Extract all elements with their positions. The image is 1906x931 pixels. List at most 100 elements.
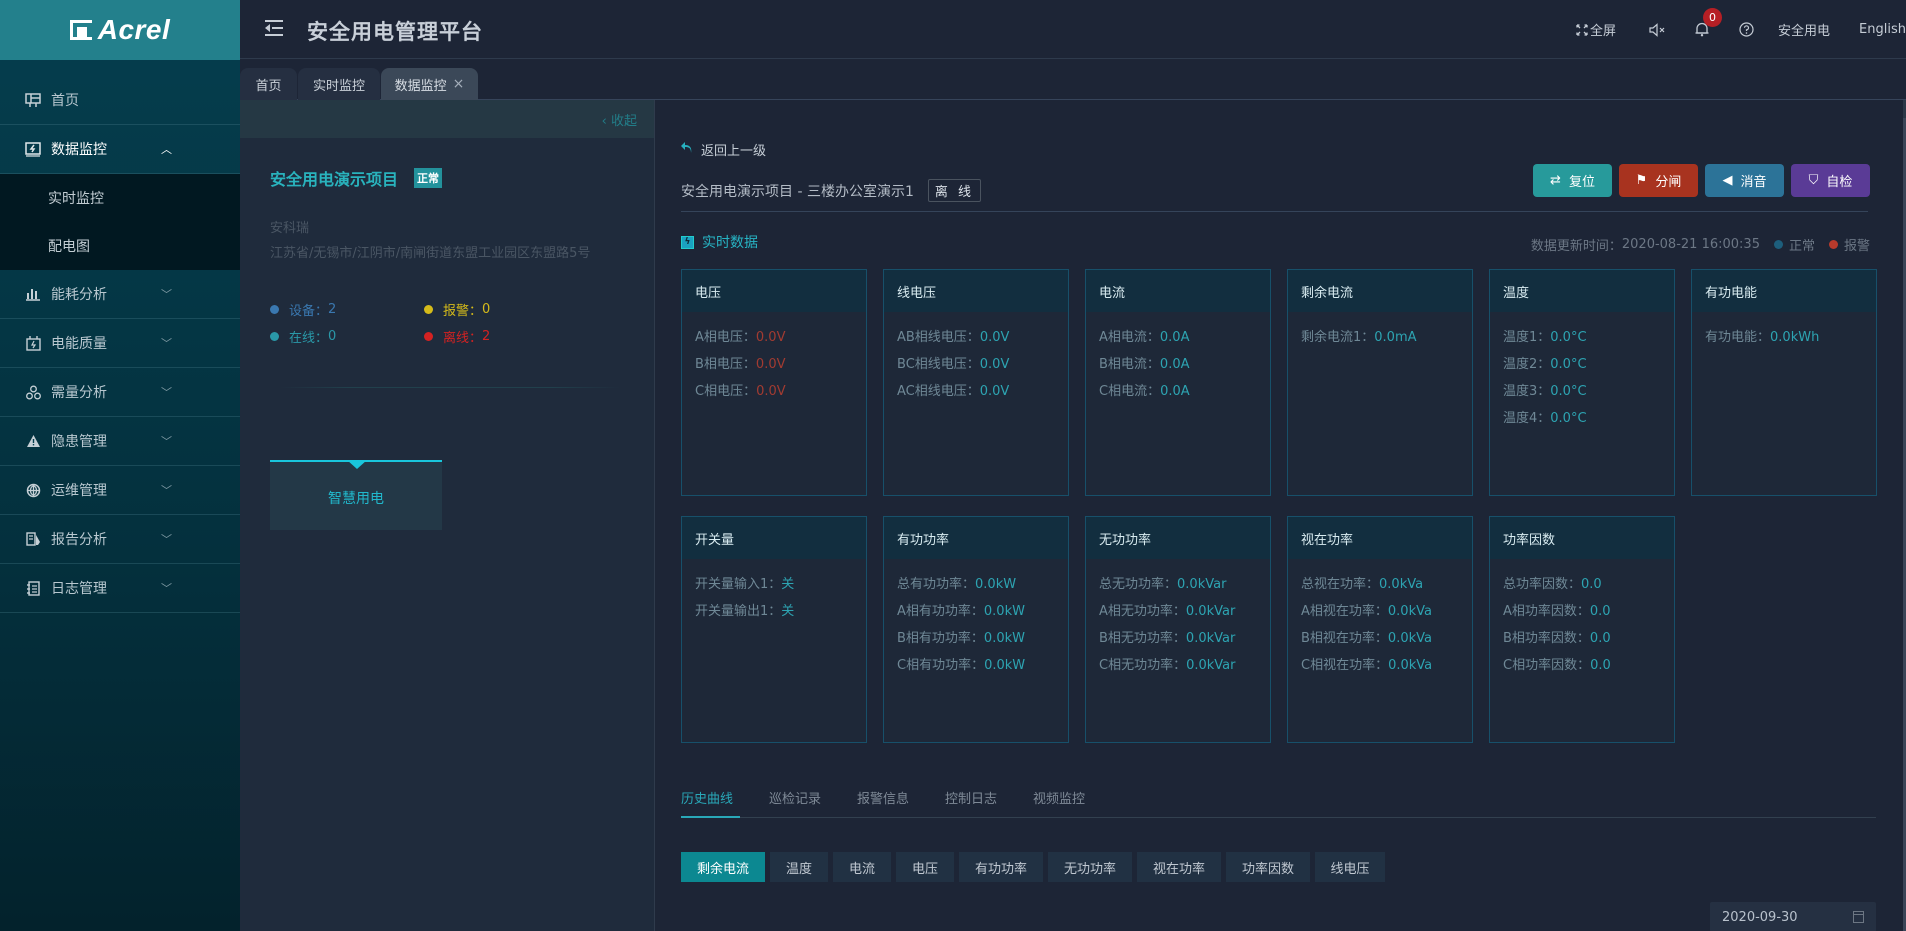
subtab-history-curve[interactable]: 历史曲线 xyxy=(681,788,733,807)
data-value: 0.0V xyxy=(756,384,786,399)
data-value: 关 xyxy=(781,604,795,619)
subtab-inspection-records[interactable]: 巡检记录 xyxy=(769,788,821,807)
data-card: 剩余电流 剩余电流1：0.0mA xyxy=(1287,269,1473,496)
chip-current[interactable]: 电流 xyxy=(833,852,891,882)
sidebar-item-data-monitoring[interactable]: 数据监控 ︿ xyxy=(0,125,240,174)
chip-temperature[interactable]: 温度 xyxy=(770,852,828,882)
back-label: 返回上一级 xyxy=(701,144,767,159)
chip-power-factor[interactable]: 功率因数 xyxy=(1226,852,1310,882)
data-value: 0.0V xyxy=(755,357,786,372)
sidebar-item-energy-analysis[interactable]: 能耗分析 ﹀ xyxy=(0,270,240,319)
data-label: A相电流： xyxy=(1099,330,1160,345)
stat-offline: 离线： 2 xyxy=(424,327,490,346)
sidebar-item-report-analysis[interactable]: 报告分析 ﹀ xyxy=(0,515,240,564)
data-card: 有功电能 有功电能：0.0kWh xyxy=(1691,269,1877,496)
sidebar-item-label: 日志管理 xyxy=(51,581,107,597)
brand-logo[interactable]: Acrel xyxy=(0,0,240,60)
chip-active-power[interactable]: 有功功率 xyxy=(959,852,1043,882)
data-label: C相电压： xyxy=(695,384,757,399)
data-value: 0.0A xyxy=(1159,330,1190,345)
subtab-video-monitoring[interactable]: 视频监控 xyxy=(1033,788,1085,807)
subtab-label: 控制日志 xyxy=(945,792,998,807)
chip-residual-current[interactable]: 剩余电流 xyxy=(681,852,765,882)
data-value: 0.0V xyxy=(979,330,1010,345)
data-label: C相无功功率： xyxy=(1099,658,1187,673)
main-content: 返回上一级 安全用电演示项目 - 三楼办公室演示1 离 线 ⇄ 复位 ⚑ 分闸 … xyxy=(655,100,1900,931)
close-tab-icon[interactable]: × xyxy=(453,76,465,92)
tab-data-monitoring[interactable]: 数据监控 × xyxy=(381,68,478,100)
tab-home[interactable]: 首页 xyxy=(240,68,297,100)
switch-off-icon: ⚑ xyxy=(1635,173,1648,188)
data-row: BC相线电压：0.0V xyxy=(897,353,1055,380)
data-label: A相电压： xyxy=(695,330,756,345)
menu-toggle-button[interactable] xyxy=(265,20,283,36)
card-title: 电压 xyxy=(682,270,866,312)
data-value: 0.0 xyxy=(1589,604,1611,619)
chip-apparent-power[interactable]: 视在功率 xyxy=(1137,852,1221,882)
stat-label: 离线： xyxy=(443,331,483,346)
sidebar-item-power-quality[interactable]: 电能质量 ﹀ xyxy=(0,319,240,368)
reset-button[interactable]: ⇄ 复位 xyxy=(1533,164,1612,197)
sound-toggle-button[interactable] xyxy=(1649,22,1667,37)
collapse-label: 收起 xyxy=(610,114,637,129)
tab-realtime-monitoring[interactable]: 实时监控 xyxy=(298,68,380,100)
data-value: 0.0kVa xyxy=(1379,577,1424,592)
card-body: 总无功功率：0.0kVar A相无功功率：0.0kVar B相无功功率：0.0kVa… xyxy=(1086,559,1270,681)
data-value: 0.0kVa xyxy=(1388,658,1433,673)
collapse-button[interactable]: ‹ 收起 xyxy=(602,110,637,129)
chip-line-voltage[interactable]: 线电压 xyxy=(1315,852,1385,882)
sidebar-subitem-realtime-monitoring[interactable]: 实时监控 xyxy=(0,174,240,222)
sidebar-item-home[interactable]: 首页 xyxy=(0,76,240,125)
back-button[interactable]: 返回上一级 xyxy=(681,140,766,159)
card-body: 总视在功率：0.0kVa A相视在功率：0.0kVa B相视在功率：0.0kVa C相… xyxy=(1288,559,1472,681)
reset-icon: ⇄ xyxy=(1550,173,1561,188)
sidebar-item-label: 数据监控 xyxy=(51,142,107,158)
notifications-button[interactable]: 0 xyxy=(1695,8,1723,37)
chevron-up-icon: ︿ xyxy=(161,143,172,156)
sidebar-item-maintenance[interactable]: 运维管理 ﹀ xyxy=(0,466,240,515)
self-test-button[interactable]: ⛉ 自检 xyxy=(1791,164,1870,197)
sidebar-item-hazard-management[interactable]: 隐患管理 ﹀ xyxy=(0,417,240,466)
language-switch[interactable]: English xyxy=(1859,22,1906,37)
data-label: B相功率因数： xyxy=(1503,631,1590,646)
subtab-alarm-info[interactable]: 报警信息 xyxy=(857,788,909,807)
data-row: B相视在功率：0.0kVa xyxy=(1301,627,1459,654)
chip-reactive-power[interactable]: 无功功率 xyxy=(1048,852,1132,882)
trip-button[interactable]: ⚑ 分闸 xyxy=(1619,164,1698,197)
data-label: 开关量输出1： xyxy=(695,604,782,619)
help-button[interactable] xyxy=(1739,22,1754,37)
category-label: 智慧用电 xyxy=(328,491,384,507)
button-label: 分闸 xyxy=(1655,175,1682,190)
data-card: 无功功率 总无功功率：0.0kVar A相无功功率：0.0kVar B相无功功率：0.… xyxy=(1085,516,1271,743)
date-picker[interactable]: 2020-09-30 xyxy=(1710,902,1876,931)
data-value: 0.0kW xyxy=(983,631,1025,646)
data-value: 0.0kVar xyxy=(1185,604,1236,619)
company-name: 安科瑞 xyxy=(270,221,310,236)
subtab-control-log[interactable]: 控制日志 xyxy=(945,788,997,807)
data-row: 温度4：0.0°C xyxy=(1503,407,1661,434)
data-label: B相电压： xyxy=(695,357,756,372)
user-menu[interactable]: 安全用电 xyxy=(1778,20,1830,39)
mute-button[interactable]: ◀ 消音 xyxy=(1705,164,1784,197)
stat-value: 2 xyxy=(328,302,337,317)
data-row: B相电流：0.0A xyxy=(1099,353,1257,380)
data-card: 温度 温度1：0.0°C 温度2：0.0°C 温度3：0.0°C 温度4：0.0°C xyxy=(1489,269,1675,496)
legend-alarm-dot xyxy=(1828,240,1838,249)
stat-alarms: 报警： 0 xyxy=(424,300,490,319)
chip-voltage[interactable]: 电压 xyxy=(896,852,954,882)
category-card-smart-power[interactable]: 智慧用电 xyxy=(270,460,442,530)
date-value: 2020-09-30 xyxy=(1722,909,1798,925)
sidebar-item-log-management[interactable]: 日志管理 ﹀ xyxy=(0,564,240,613)
sidebar-subitem-distribution-diagram[interactable]: 配电图 xyxy=(0,222,240,270)
data-row: A相有功功率：0.0kW xyxy=(897,600,1055,627)
sidebar-item-label: 隐患管理 xyxy=(51,434,107,450)
data-row: B相功率因数：0.0 xyxy=(1503,627,1661,654)
fullscreen-button[interactable]: 全屏 xyxy=(1576,20,1616,39)
active-tab-indicator xyxy=(681,816,740,818)
data-value: 0.0A xyxy=(1159,357,1190,372)
status-dot xyxy=(270,305,279,314)
legend-normal-dot xyxy=(1773,240,1783,249)
data-value: 0.0V xyxy=(979,384,1010,399)
data-row: A相视在功率：0.0kVa xyxy=(1301,600,1459,627)
sidebar-item-demand-analysis[interactable]: 需量分析 ﹀ xyxy=(0,368,240,417)
